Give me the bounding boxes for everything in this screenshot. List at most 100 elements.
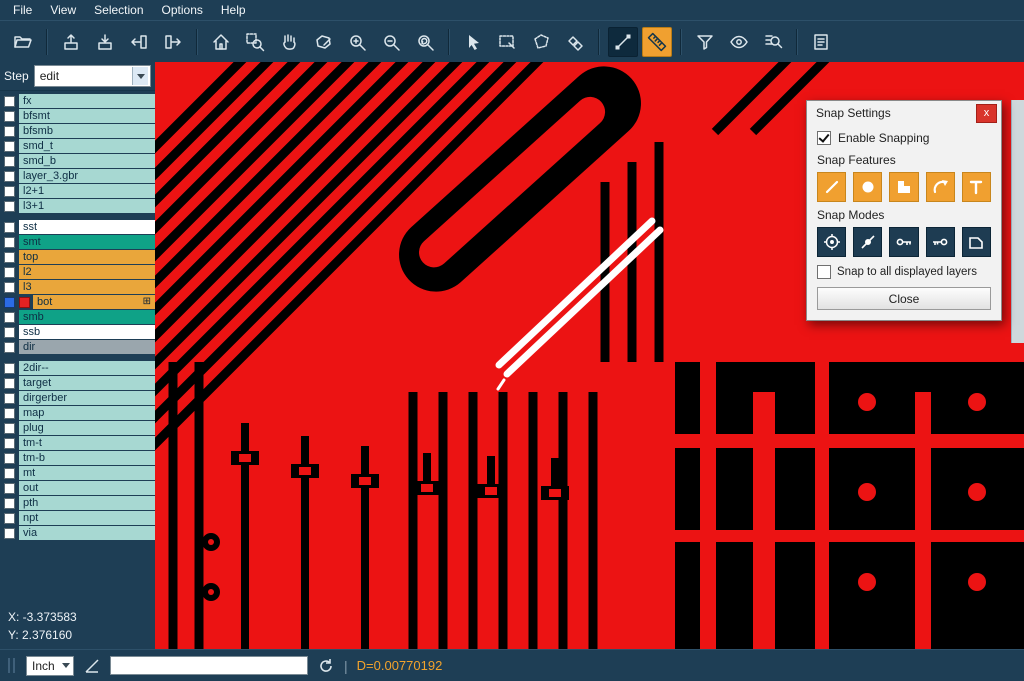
layer-row[interactable]: l3+1 xyxy=(0,199,155,213)
menu-help[interactable]: Help xyxy=(212,1,255,19)
layer-row[interactable]: tm-b xyxy=(0,451,155,465)
layer-row[interactable]: smt xyxy=(0,235,155,249)
snap-feature-arc-button[interactable] xyxy=(926,172,955,202)
layer-name[interactable]: bfsmt xyxy=(19,109,155,123)
layer-name[interactable]: l2+1 xyxy=(19,184,155,198)
layer-name[interactable]: smb xyxy=(19,310,155,324)
layer-visibility-checkbox[interactable] xyxy=(4,312,15,323)
layer-name[interactable]: mt xyxy=(19,466,155,480)
layer-name[interactable]: l2 xyxy=(19,265,155,279)
layer-row[interactable]: target xyxy=(0,376,155,390)
snap-all-layers-checkbox[interactable] xyxy=(817,265,831,279)
snap-all-layers-row[interactable]: Snap to all displayed layers xyxy=(817,265,991,279)
layer-name[interactable]: smd_t xyxy=(19,139,155,153)
import-top-button[interactable] xyxy=(56,27,86,57)
layer-row[interactable]: smd_t xyxy=(0,139,155,153)
layer-name[interactable]: l3+1 xyxy=(19,199,155,213)
menu-options[interactable]: Options xyxy=(153,1,212,19)
open-button[interactable] xyxy=(8,27,38,57)
layer-row[interactable]: npt xyxy=(0,511,155,525)
snap-mode-key-left-button[interactable] xyxy=(889,227,918,257)
layer-visibility-checkbox[interactable] xyxy=(4,186,15,197)
skew-select-button[interactable] xyxy=(560,27,590,57)
layer-row[interactable]: smb xyxy=(0,310,155,324)
layer-name[interactable]: npt xyxy=(19,511,155,525)
enable-snapping-checkbox[interactable] xyxy=(817,131,831,145)
layer-name[interactable]: top xyxy=(19,250,155,264)
layer-visibility-checkbox[interactable] xyxy=(4,408,15,419)
layer-row[interactable]: smd_b xyxy=(0,154,155,168)
layer-visibility-checkbox[interactable] xyxy=(4,297,15,308)
layer-row[interactable]: layer_3.gbr xyxy=(0,169,155,183)
layer-name[interactable]: smd_b xyxy=(19,154,155,168)
statusbar-grip[interactable] xyxy=(8,658,15,673)
export-bottom-button[interactable] xyxy=(90,27,120,57)
layer-visibility-checkbox[interactable] xyxy=(4,342,15,353)
find-button[interactable] xyxy=(758,27,788,57)
layer-name[interactable]: plug xyxy=(19,421,155,435)
layer-name[interactable]: bot⊞ xyxy=(33,295,155,309)
layer-visibility-checkbox[interactable] xyxy=(4,171,15,182)
menu-file[interactable]: File xyxy=(4,1,41,19)
layer-name[interactable]: map xyxy=(19,406,155,420)
layer-name[interactable]: dir xyxy=(19,340,155,354)
layer-visibility-checkbox[interactable] xyxy=(4,267,15,278)
layer-name[interactable]: out xyxy=(19,481,155,495)
snap-feature-pad-button[interactable] xyxy=(853,172,882,202)
import-left-button[interactable] xyxy=(124,27,154,57)
layer-row[interactable]: l2+1 xyxy=(0,184,155,198)
layer-visibility-checkbox[interactable] xyxy=(4,222,15,233)
draw-polygon-button[interactable] xyxy=(308,27,338,57)
zoom-in-button[interactable] xyxy=(342,27,372,57)
export-right-button[interactable] xyxy=(158,27,188,57)
step-dropdown-button[interactable] xyxy=(132,67,148,85)
layer-visibility-checkbox[interactable] xyxy=(4,438,15,449)
layer-visibility-checkbox[interactable] xyxy=(4,423,15,434)
layer-name[interactable]: sst xyxy=(19,220,155,234)
enable-snapping-row[interactable]: Enable Snapping xyxy=(817,131,991,145)
layer-name[interactable]: target xyxy=(19,376,155,390)
snap-feature-line-button[interactable] xyxy=(817,172,846,202)
menu-view[interactable]: View xyxy=(41,1,85,19)
layer-name[interactable]: l3 xyxy=(19,280,155,294)
layer-visibility-checkbox[interactable] xyxy=(4,141,15,152)
filter-button[interactable] xyxy=(690,27,720,57)
layer-visibility-checkbox[interactable] xyxy=(4,111,15,122)
zoom-previous-button[interactable] xyxy=(410,27,440,57)
layer-visibility-checkbox[interactable] xyxy=(4,96,15,107)
snap-mode-point-on-line-button[interactable] xyxy=(853,227,882,257)
layer-row[interactable]: top xyxy=(0,250,155,264)
report-button[interactable] xyxy=(806,27,836,57)
layer-row[interactable]: bfsmt xyxy=(0,109,155,123)
layer-visibility-checkbox[interactable] xyxy=(4,327,15,338)
layer-row[interactable]: bot⊞ xyxy=(0,295,155,309)
step-select[interactable]: edit xyxy=(34,65,151,87)
layer-row[interactable]: fx xyxy=(0,94,155,108)
dialog-close-x-button[interactable]: x xyxy=(976,104,997,123)
layer-visibility-checkbox[interactable] xyxy=(4,498,15,509)
menu-selection[interactable]: Selection xyxy=(85,1,152,19)
layer-name[interactable]: layer_3.gbr xyxy=(19,169,155,183)
layer-visibility-checkbox[interactable] xyxy=(4,126,15,137)
dialog-titlebar[interactable]: Snap Settings x xyxy=(807,101,1001,125)
layer-row[interactable]: mt xyxy=(0,466,155,480)
layer-row[interactable]: map xyxy=(0,406,155,420)
layer-row[interactable]: 2dir-- xyxy=(0,361,155,375)
layer-name[interactable]: dirgerber xyxy=(19,391,155,405)
layer-row[interactable]: l3 xyxy=(0,280,155,294)
dialog-close-button[interactable]: Close xyxy=(817,287,991,310)
command-input[interactable] xyxy=(110,656,308,675)
layer-name[interactable]: bfsmb xyxy=(19,124,155,138)
layer-visibility-checkbox[interactable] xyxy=(4,363,15,374)
layer-name[interactable]: fx xyxy=(19,94,155,108)
layer-visibility-checkbox[interactable] xyxy=(4,237,15,248)
layer-name[interactable]: pth xyxy=(19,496,155,510)
layer-row[interactable]: tm-t xyxy=(0,436,155,450)
layer-name[interactable]: ssb xyxy=(19,325,155,339)
layer-row[interactable]: bfsmb xyxy=(0,124,155,138)
ruler-measure-button[interactable] xyxy=(642,27,672,57)
layer-row[interactable]: plug xyxy=(0,421,155,435)
select-polygon-button[interactable] xyxy=(526,27,556,57)
zoom-window-button[interactable] xyxy=(240,27,270,57)
layer-name[interactable]: smt xyxy=(19,235,155,249)
